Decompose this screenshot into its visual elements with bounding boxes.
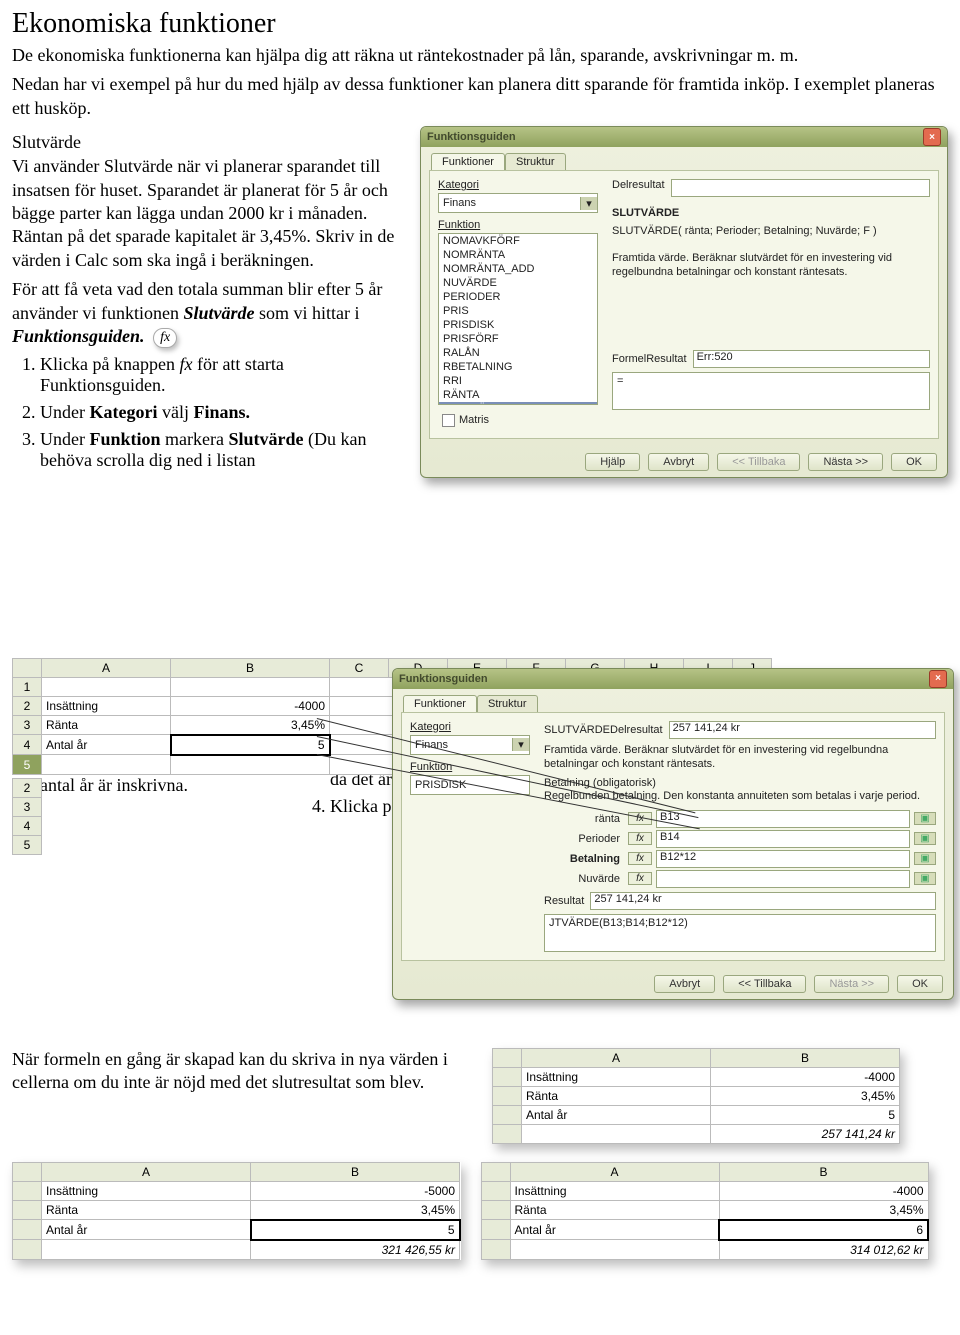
resultat-label: Resultat xyxy=(646,353,686,365)
hjalp-button[interactable]: Hjälp xyxy=(585,453,640,471)
list-item[interactable]: NOMAVKFÖRF xyxy=(439,234,597,248)
formula-textarea-2[interactable]: JTVÄRDE(B13;B14;B12*12) xyxy=(544,914,936,952)
resultat-field: Err:520 xyxy=(693,350,930,368)
outro: När formeln en gång är skapad kan du skr… xyxy=(12,1048,472,1138)
tillbaka-button-2[interactable]: << Tillbaka xyxy=(723,975,806,993)
kategori-label-2: Kategori xyxy=(410,721,530,733)
step-3: Under Funktion markera Slutvärde (Du kan… xyxy=(40,429,412,471)
ok-button-2[interactable]: OK xyxy=(897,975,943,993)
fx-icon[interactable]: fx xyxy=(628,852,652,865)
list-item[interactable]: PRISFÖRF xyxy=(439,332,597,346)
funcname: SLUTVÄRDE xyxy=(612,207,930,219)
fx-icon-inline: fx xyxy=(153,328,177,348)
slut-para2: För att få veta vad den totala summan bl… xyxy=(12,278,412,348)
function-listbox[interactable]: NOMAVKFÖRFNOMRÄNTANOMRÄNTA_ADDNUVÄRDEPER… xyxy=(438,233,598,405)
mini-sheet-2: AB Insättning-5000 Ränta3,45% Antal år5 … xyxy=(12,1162,461,1260)
param-name: Betalning (obligatorisk) xyxy=(544,777,936,789)
slut-para1: Vi använder Slutvärde när vi planerar sp… xyxy=(12,155,412,272)
resultat-field-2: 257 141,24 kr xyxy=(590,892,936,910)
func-header: SLUTVÄRDE xyxy=(544,724,610,736)
intro-1: De ekonomiska funktionerna kan hjälpa di… xyxy=(12,44,948,67)
spreadsheet-side-rows: 2 3 4 5 xyxy=(12,778,42,855)
kategori-combo[interactable]: Finans ▾ xyxy=(438,193,598,213)
dialog2-title: Funktionsguiden xyxy=(399,673,488,685)
dialog-title: Funktionsguiden xyxy=(427,131,516,143)
func-description: Framtida värde. Beräknar slutvärdet för … xyxy=(612,251,930,280)
step-2: Under Kategori välj Finans. xyxy=(40,402,412,423)
list-item[interactable]: PRIS xyxy=(439,304,597,318)
tab-funktioner[interactable]: Funktioner xyxy=(431,153,505,170)
list-item[interactable]: PRISDISK xyxy=(439,318,597,332)
list-item[interactable]: NOMRÄNTA_ADD xyxy=(439,262,597,276)
func-desc-2: Framtida värde. Beräknar slutvärdet för … xyxy=(544,743,936,772)
list-item[interactable]: NOMRÄNTA xyxy=(439,248,597,262)
shrink-icon[interactable]: ▣ xyxy=(914,812,936,825)
list-item[interactable]: RALÅN xyxy=(439,346,597,360)
betalning-input[interactable]: B12*12 xyxy=(656,850,910,868)
fx-icon[interactable]: fx xyxy=(628,832,652,845)
chevron-down-icon[interactable]: ▾ xyxy=(512,738,529,751)
list-item[interactable]: RÄNTA xyxy=(439,388,597,402)
shrink-icon[interactable]: ▣ xyxy=(914,832,936,845)
chevron-down-icon[interactable]: ▾ xyxy=(580,197,597,210)
section-slutvarde: Slutvärde xyxy=(12,132,412,153)
nasta-button-2[interactable]: Nästa >> xyxy=(814,975,889,993)
list-item[interactable]: RRI xyxy=(439,374,597,388)
function-wizard-dialog: Funktionsguiden × Funktioner Struktur Ka… xyxy=(420,126,948,478)
list-item[interactable]: NUVÄRDE xyxy=(439,276,597,290)
perioder-input[interactable]: B14 xyxy=(656,830,910,848)
formula-textarea[interactable]: = xyxy=(612,372,930,410)
step-1: Klicka på knappen fx för att starta Funk… xyxy=(40,354,412,396)
delresultat-label: Delresultat xyxy=(612,179,665,197)
close-icon[interactable]: × xyxy=(929,670,947,688)
tab-struktur[interactable]: Struktur xyxy=(505,153,566,170)
list-item[interactable]: SLUTVÄRDE xyxy=(439,402,597,405)
shrink-icon[interactable]: ▣ xyxy=(914,852,936,865)
shrink-icon[interactable]: ▣ xyxy=(914,872,936,885)
tillbaka-button[interactable]: << Tillbaka xyxy=(717,453,800,471)
delresultat-field-2: 257 141,24 kr xyxy=(669,721,936,739)
mini-sheet-3: AB Insättning-4000 Ränta3,45% Antal år6 … xyxy=(481,1162,930,1260)
funktion-label: Funktion xyxy=(438,219,598,231)
nuvarde-input[interactable] xyxy=(656,870,910,888)
matris-checkbox[interactable]: Matris xyxy=(442,414,489,427)
delresultat-label-2: Delresultat xyxy=(610,724,663,736)
formel-label: Formel xyxy=(612,353,646,365)
intro-2: Nedan har vi exempel på hur du med hjälp… xyxy=(12,73,948,120)
func-signature: SLUTVÄRDE( ränta; Perioder; Betalning; N… xyxy=(612,225,930,237)
list-item[interactable]: PERIODER xyxy=(439,290,597,304)
fx-icon[interactable]: fx xyxy=(628,872,652,885)
close-icon[interactable]: × xyxy=(923,128,941,146)
list-item[interactable]: RBETALNING xyxy=(439,360,597,374)
nasta-button[interactable]: Nästa >> xyxy=(808,453,883,471)
function-wizard-dialog-2: Funktionsguiden × Funktioner Struktur Ka… xyxy=(392,668,954,1000)
delresultat-field xyxy=(671,179,930,197)
avbryt-button-2[interactable]: Avbryt xyxy=(654,975,715,993)
ok-button[interactable]: OK xyxy=(891,453,937,471)
resultat-label-2: Resultat xyxy=(544,895,584,907)
page-title: Ekonomiska funktioner xyxy=(12,8,948,40)
tab-struktur-2[interactable]: Struktur xyxy=(477,695,538,712)
tab-funktioner-2[interactable]: Funktioner xyxy=(403,695,477,712)
mini-sheet-1: AB Insättning-4000 Ränta3,45% Antal år5 … xyxy=(492,1048,900,1144)
kategori-label: Kategori xyxy=(438,179,598,191)
avbryt-button[interactable]: Avbryt xyxy=(648,453,709,471)
